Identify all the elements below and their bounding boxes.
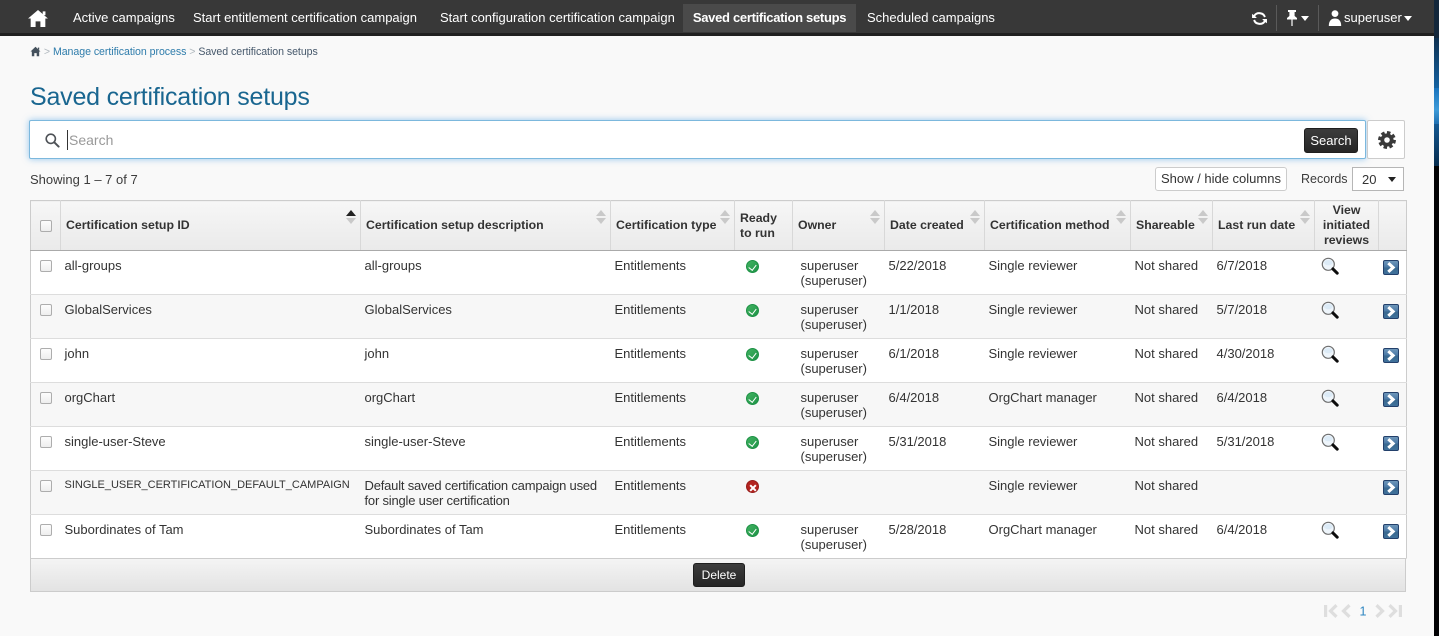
svg-text:1: 1 bbox=[1360, 605, 1367, 619]
